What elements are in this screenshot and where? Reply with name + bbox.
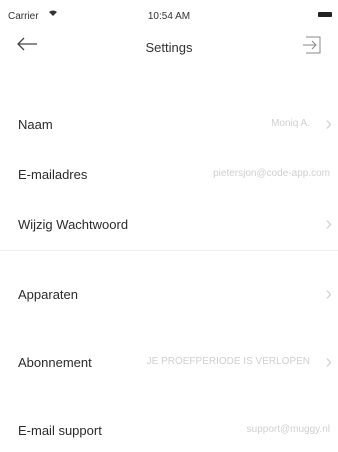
settings-row-abonnement[interactable]: Abonnement JE PROEFPERIODE IS VERLOPEN ›	[0, 342, 338, 384]
row-label: Wijzig Wachtwoord	[18, 217, 129, 232]
row-value: Moniq A.	[271, 118, 310, 129]
row-value: pietersjon@code-app.com	[213, 168, 330, 179]
row-label: Apparaten	[18, 287, 78, 302]
settings-row-naam[interactable]: Naam Moniq A. ›	[0, 104, 338, 146]
settings-row-apparaten[interactable]: Apparaten ›	[0, 274, 338, 316]
logout-icon[interactable]	[302, 34, 324, 56]
chevron-right-icon: ›	[325, 213, 332, 235]
row-label: E-mailadres	[18, 167, 88, 182]
settings-row-wijzig-wachtwoord[interactable]: Wijzig Wachtwoord ›	[0, 204, 338, 246]
settings-row-email[interactable]: E-mailadres pietersjon@code-app.com	[0, 154, 338, 196]
section-divider	[0, 250, 338, 251]
chevron-right-icon: ›	[325, 113, 332, 135]
chevron-right-icon: ›	[325, 351, 332, 373]
row-label: E-mail support	[18, 423, 102, 438]
row-label: Abonnement	[18, 355, 92, 370]
nav-bar: Settings	[0, 28, 338, 68]
chevron-right-icon: ›	[325, 283, 332, 305]
battery-icon	[318, 12, 332, 17]
row-value: JE PROEFPERIODE IS VERLOPEN	[146, 356, 310, 367]
page-title: Settings	[145, 40, 193, 55]
status-time: 10:54 AM	[147, 11, 191, 22]
row-label: Naam	[18, 117, 53, 132]
row-value: support@muggy.nl	[246, 424, 330, 435]
status-bar: Carrier 10:54 AM	[0, 0, 338, 28]
